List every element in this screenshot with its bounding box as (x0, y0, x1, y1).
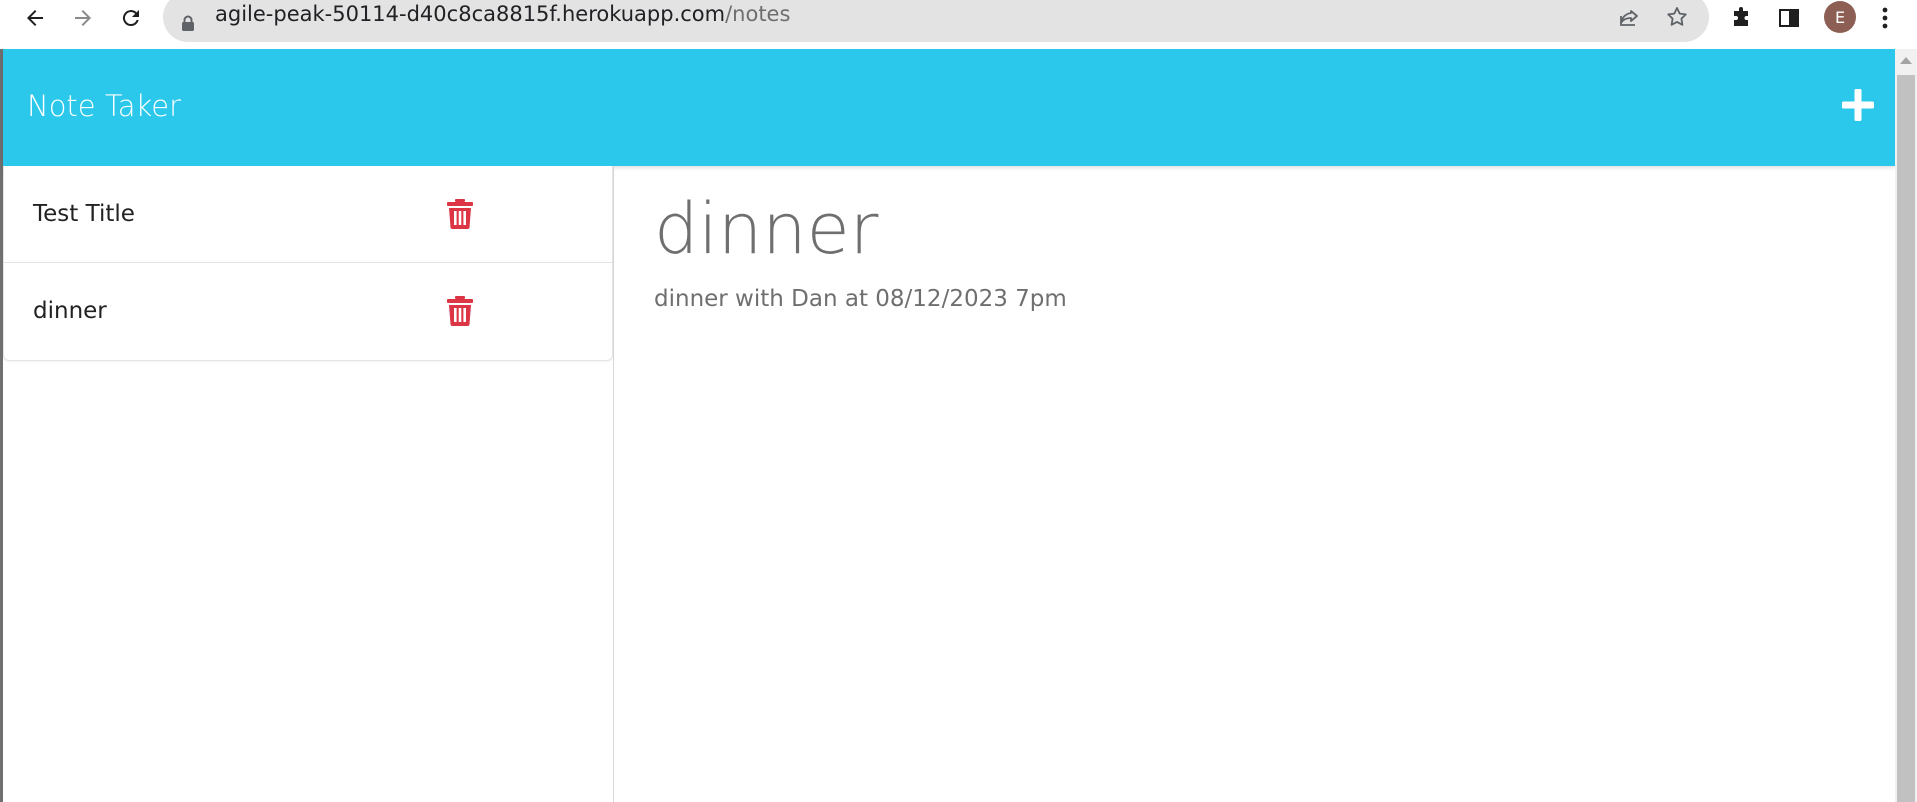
url-text: agile-peak-50114-d40c8ca8815f.herokuapp.… (215, 2, 790, 26)
reload-button[interactable] (111, 0, 151, 36)
list-item[interactable]: Test Title (4, 166, 612, 263)
address-bar[interactable]: agile-peak-50114-d40c8ca8815f.herokuapp.… (163, 0, 1709, 42)
star-icon[interactable] (1665, 5, 1689, 29)
scroll-up-arrow-icon[interactable] (1900, 57, 1912, 64)
browser-menu-button[interactable] (1867, 0, 1903, 36)
trash-icon[interactable] (447, 296, 473, 326)
back-icon (27, 10, 43, 26)
scrollbar-thumb[interactable] (1897, 75, 1915, 802)
notes-list: Test Title dinner (3, 166, 613, 361)
extensions-icon (1734, 7, 1748, 26)
browser-toolbar: agile-peak-50114-d40c8ca8815f.herokuapp.… (0, 0, 1917, 49)
forward-icon (75, 10, 91, 26)
reload-icon (122, 10, 139, 27)
side-panel-icon (1779, 9, 1799, 27)
note-list-title: dinner (33, 298, 107, 324)
plus-icon (1842, 89, 1874, 121)
url-path: /notes (725, 2, 791, 26)
forward-button[interactable] (63, 0, 103, 36)
extensions-button[interactable] (1722, 0, 1762, 36)
profile-avatar[interactable]: E (1824, 1, 1856, 33)
note-title-field[interactable]: dinner (654, 188, 878, 270)
page-scrollbar[interactable] (1895, 49, 1917, 802)
share-icon[interactable] (1617, 6, 1641, 30)
navbar: Note Taker (3, 49, 1895, 166)
lock-icon (182, 15, 194, 31)
note-list-title: Test Title (33, 201, 135, 227)
brand-title[interactable]: Note Taker (27, 89, 181, 123)
list-item[interactable]: dinner (4, 263, 612, 360)
note-text-area[interactable]: dinner with Dan at 08/12/2023 7pm (654, 286, 1067, 312)
notes-sidebar: Test Title dinner (3, 166, 614, 802)
app-viewport: Note Taker Test Title dinner dinner dinn… (0, 49, 1895, 802)
new-note-button[interactable] (1841, 88, 1875, 122)
note-editor: dinner dinner with Dan at 08/12/2023 7pm (614, 166, 1895, 802)
url-domain: agile-peak-50114-d40c8ca8815f.herokuapp.… (215, 2, 726, 26)
menu-icon (1882, 7, 1888, 29)
trash-icon[interactable] (447, 199, 473, 229)
side-panel-button[interactable] (1769, 0, 1809, 36)
back-button[interactable] (15, 0, 55, 36)
